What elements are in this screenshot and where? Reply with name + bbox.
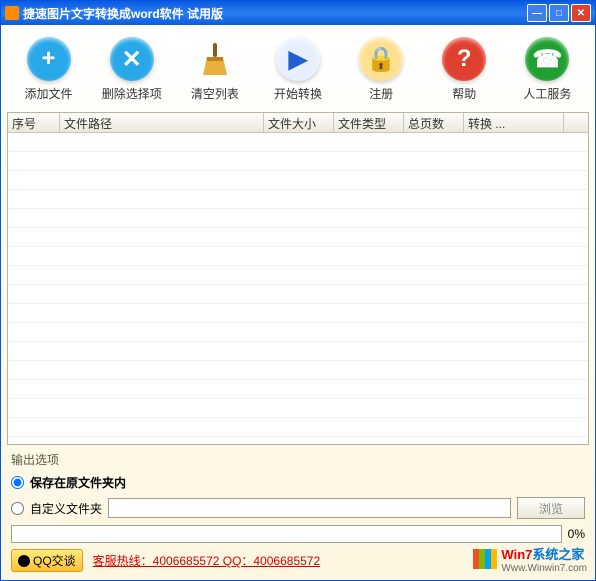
qq-chat-button[interactable]: QQ交谈 [11, 549, 83, 572]
broom-icon [193, 37, 237, 81]
column-header[interactable]: 序号 [8, 113, 60, 132]
column-header[interactable]: 文件路径 [60, 113, 264, 132]
output-title: 输出选项 [11, 451, 585, 468]
add-file-button[interactable]: + 添加文件 [13, 37, 85, 102]
tool-label: 注册 [369, 85, 393, 102]
output-section: 输出选项 保存在原文件夹内 自定义文件夹 浏览 0% [7, 445, 589, 545]
watermark: Win7系统之家 Www.Winwin7.com [473, 544, 587, 574]
qq-chat-label: QQ交谈 [33, 552, 76, 569]
maximize-button[interactable]: □ [549, 4, 569, 22]
tool-label: 人工服务 [523, 85, 571, 102]
radio-custom-folder-row[interactable]: 自定义文件夹 浏览 [11, 497, 585, 519]
tool-label: 帮助 [452, 85, 476, 102]
radio-same-folder[interactable] [11, 476, 24, 489]
delete-icon: ✕ [110, 37, 154, 81]
plus-icon: + [27, 37, 71, 81]
hotline-text: 客服热线：4006685572 QQ：4006685572 [93, 552, 320, 569]
phone-icon: ☎ [525, 37, 569, 81]
progress-row: 0% [11, 525, 585, 543]
window-title: 捷速图片文字转换成word软件 试用版 [23, 5, 223, 22]
radio-custom-folder[interactable] [11, 502, 24, 515]
app-icon [5, 6, 19, 20]
table-header: 序号文件路径文件大小文件类型总页数转换 ... [8, 113, 588, 133]
column-header[interactable]: 转换 ... [464, 113, 564, 132]
app-window: 捷速图片文字转换成word软件 试用版 — □ ✕ + 添加文件 ✕ 删除选择项 清空列… [0, 0, 596, 581]
qq-icon [18, 555, 30, 567]
custom-path-input[interactable] [108, 498, 511, 518]
minimize-button[interactable]: — [527, 4, 547, 22]
close-button[interactable]: ✕ [571, 4, 591, 22]
delete-selected-button[interactable]: ✕ 删除选择项 [96, 37, 168, 102]
toolbar: + 添加文件 ✕ 删除选择项 清空列表 ▶ 开始转换 🔒 注册? 帮助 ☎ 人工服务 [7, 31, 589, 112]
browse-button[interactable]: 浏览 [517, 497, 585, 519]
play-icon: ▶ [276, 37, 320, 81]
column-header[interactable]: 文件类型 [334, 113, 404, 132]
progress-text: 0% [568, 527, 585, 541]
titlebar: 捷速图片文字转换成word软件 试用版 — □ ✕ [1, 1, 595, 25]
windows-flag-icon [473, 549, 497, 569]
help-button[interactable]: ? 帮助 [428, 37, 500, 102]
content-area: +添加文件✕删除选择项清空列表▶开始转换🔒注册?帮助☎人工服务 序号文件路径文件… [1, 25, 595, 580]
tool-label: 清空列表 [191, 85, 239, 102]
clear-list-button[interactable]: 清空列表 [179, 37, 251, 102]
radio-same-folder-label: 保存在原文件夹内 [30, 474, 126, 491]
tool-label: 删除选择项 [102, 85, 162, 102]
support-button[interactable]: ☎ 人工服务 [511, 37, 583, 102]
table-body [8, 133, 588, 444]
tool-label: 开始转换 [274, 85, 322, 102]
progress-bar [11, 525, 562, 543]
file-table: 序号文件路径文件大小文件类型总页数转换 ... [7, 112, 589, 445]
register-button[interactable]: 🔒 注册 [345, 37, 417, 102]
column-header[interactable]: 文件大小 [264, 113, 334, 132]
column-header[interactable]: 总页数 [404, 113, 464, 132]
radio-custom-folder-label: 自定义文件夹 [30, 500, 102, 517]
lock-icon: 🔒 [359, 37, 403, 81]
help-icon: ? [442, 37, 486, 81]
radio-same-folder-row[interactable]: 保存在原文件夹内 [11, 474, 585, 491]
tool-label: 添加文件 [25, 85, 73, 102]
start-convert-button[interactable]: ▶ 开始转换 [262, 37, 334, 102]
